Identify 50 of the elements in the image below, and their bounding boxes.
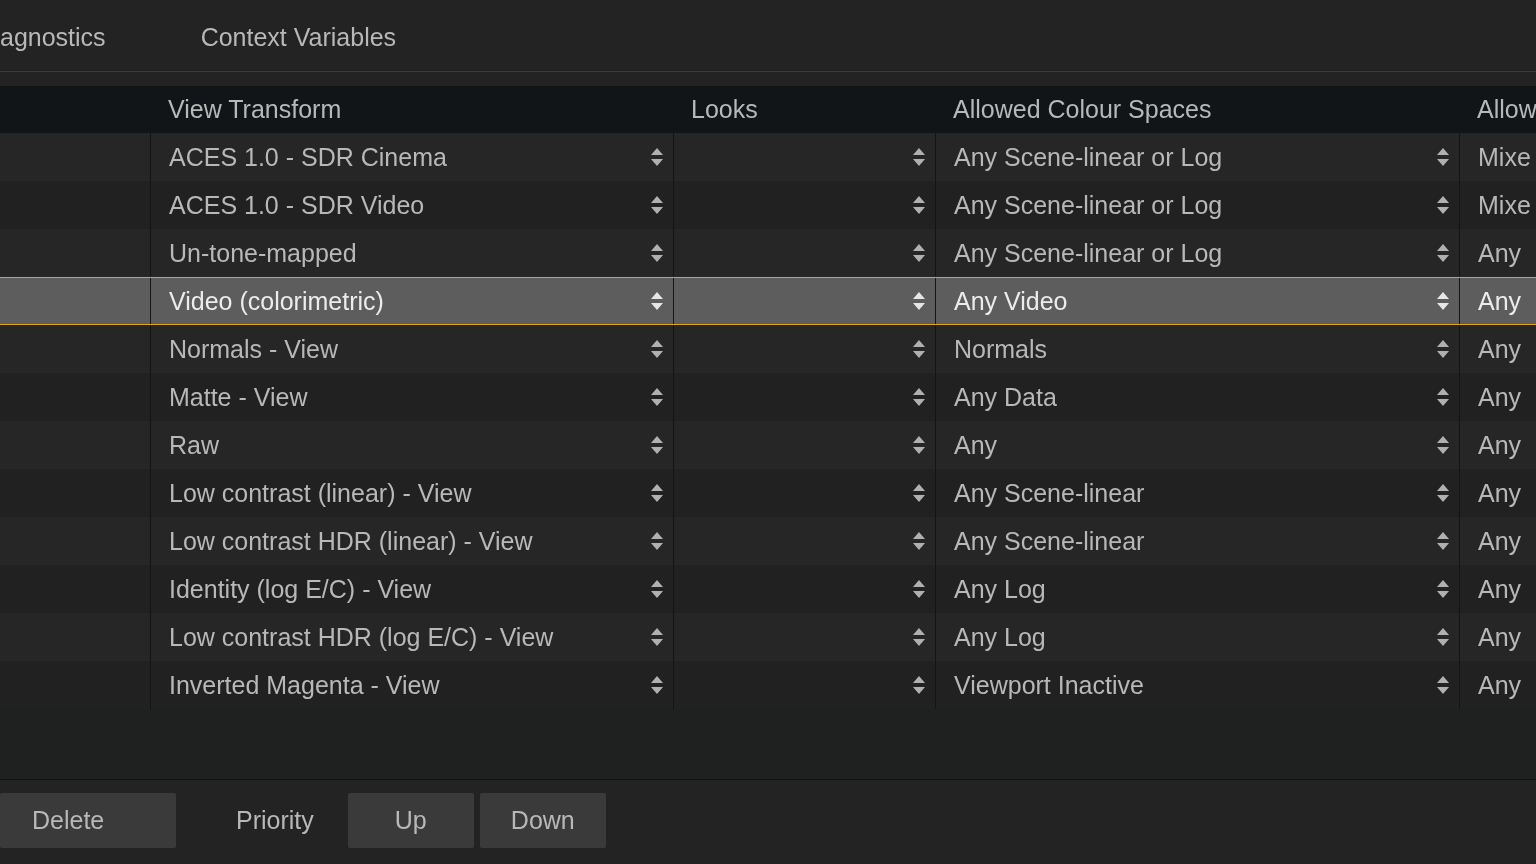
spinner-icon xyxy=(913,578,925,600)
tab[interactable]: Context Variables xyxy=(200,19,397,52)
spinner-icon xyxy=(651,530,663,552)
delete-button[interactable]: Delete xyxy=(0,793,176,848)
spinner-icon xyxy=(1437,578,1449,600)
spinner-icon xyxy=(651,242,663,264)
spinner-icon xyxy=(913,338,925,360)
spinner-icon xyxy=(913,290,925,312)
spinner-icon xyxy=(1437,626,1449,648)
spinner-icon xyxy=(651,674,663,696)
colour-spaces-dropdown[interactable]: Any Video xyxy=(935,278,1459,324)
spinner-icon xyxy=(651,386,663,408)
spinner-icon xyxy=(1437,242,1449,264)
column-header: Allow xyxy=(1476,94,1536,125)
spinner-icon xyxy=(913,242,925,264)
spinner-icon xyxy=(913,434,925,456)
spinner-icon xyxy=(651,194,663,216)
spinner-icon xyxy=(651,434,663,456)
spinner-icon xyxy=(1437,674,1449,696)
spinner-icon xyxy=(651,146,663,168)
priority-label: Priority xyxy=(236,806,314,835)
spinner-icon xyxy=(913,194,925,216)
up-button[interactable]: Up xyxy=(347,793,474,848)
spinner-icon xyxy=(1437,530,1449,552)
spinner-icon xyxy=(651,578,663,600)
spinner-icon xyxy=(913,146,925,168)
spinner-icon xyxy=(1437,194,1449,216)
table-cell: Any xyxy=(1459,278,1536,324)
spinner-icon xyxy=(913,530,925,552)
column-header: Allowed Colour Spaces xyxy=(952,94,1213,125)
spinner-icon xyxy=(1437,482,1449,504)
view-transform-dropdown[interactable]: Video (colorimetric) xyxy=(150,278,673,324)
spinner-icon xyxy=(913,626,925,648)
spinner-icon xyxy=(651,290,663,312)
spinner-icon xyxy=(913,482,925,504)
spinner-icon xyxy=(651,482,663,504)
spinner-icon xyxy=(651,338,663,360)
tab[interactable]: agnostics xyxy=(0,19,106,52)
spinner-icon xyxy=(1437,338,1449,360)
spinner-icon xyxy=(913,386,925,408)
spinner-icon xyxy=(1437,386,1449,408)
table-row[interactable]: Video (colorimetric) Any Video Any xyxy=(0,277,1536,325)
column-header: View Transform xyxy=(167,94,343,125)
column-header: Looks xyxy=(690,94,759,125)
spinner-icon xyxy=(651,626,663,648)
spinner-icon xyxy=(1437,146,1449,168)
spinner-icon xyxy=(1437,290,1449,312)
spinner-icon xyxy=(913,674,925,696)
down-button[interactable]: Down xyxy=(479,793,606,848)
spinner-icon xyxy=(1437,434,1449,456)
